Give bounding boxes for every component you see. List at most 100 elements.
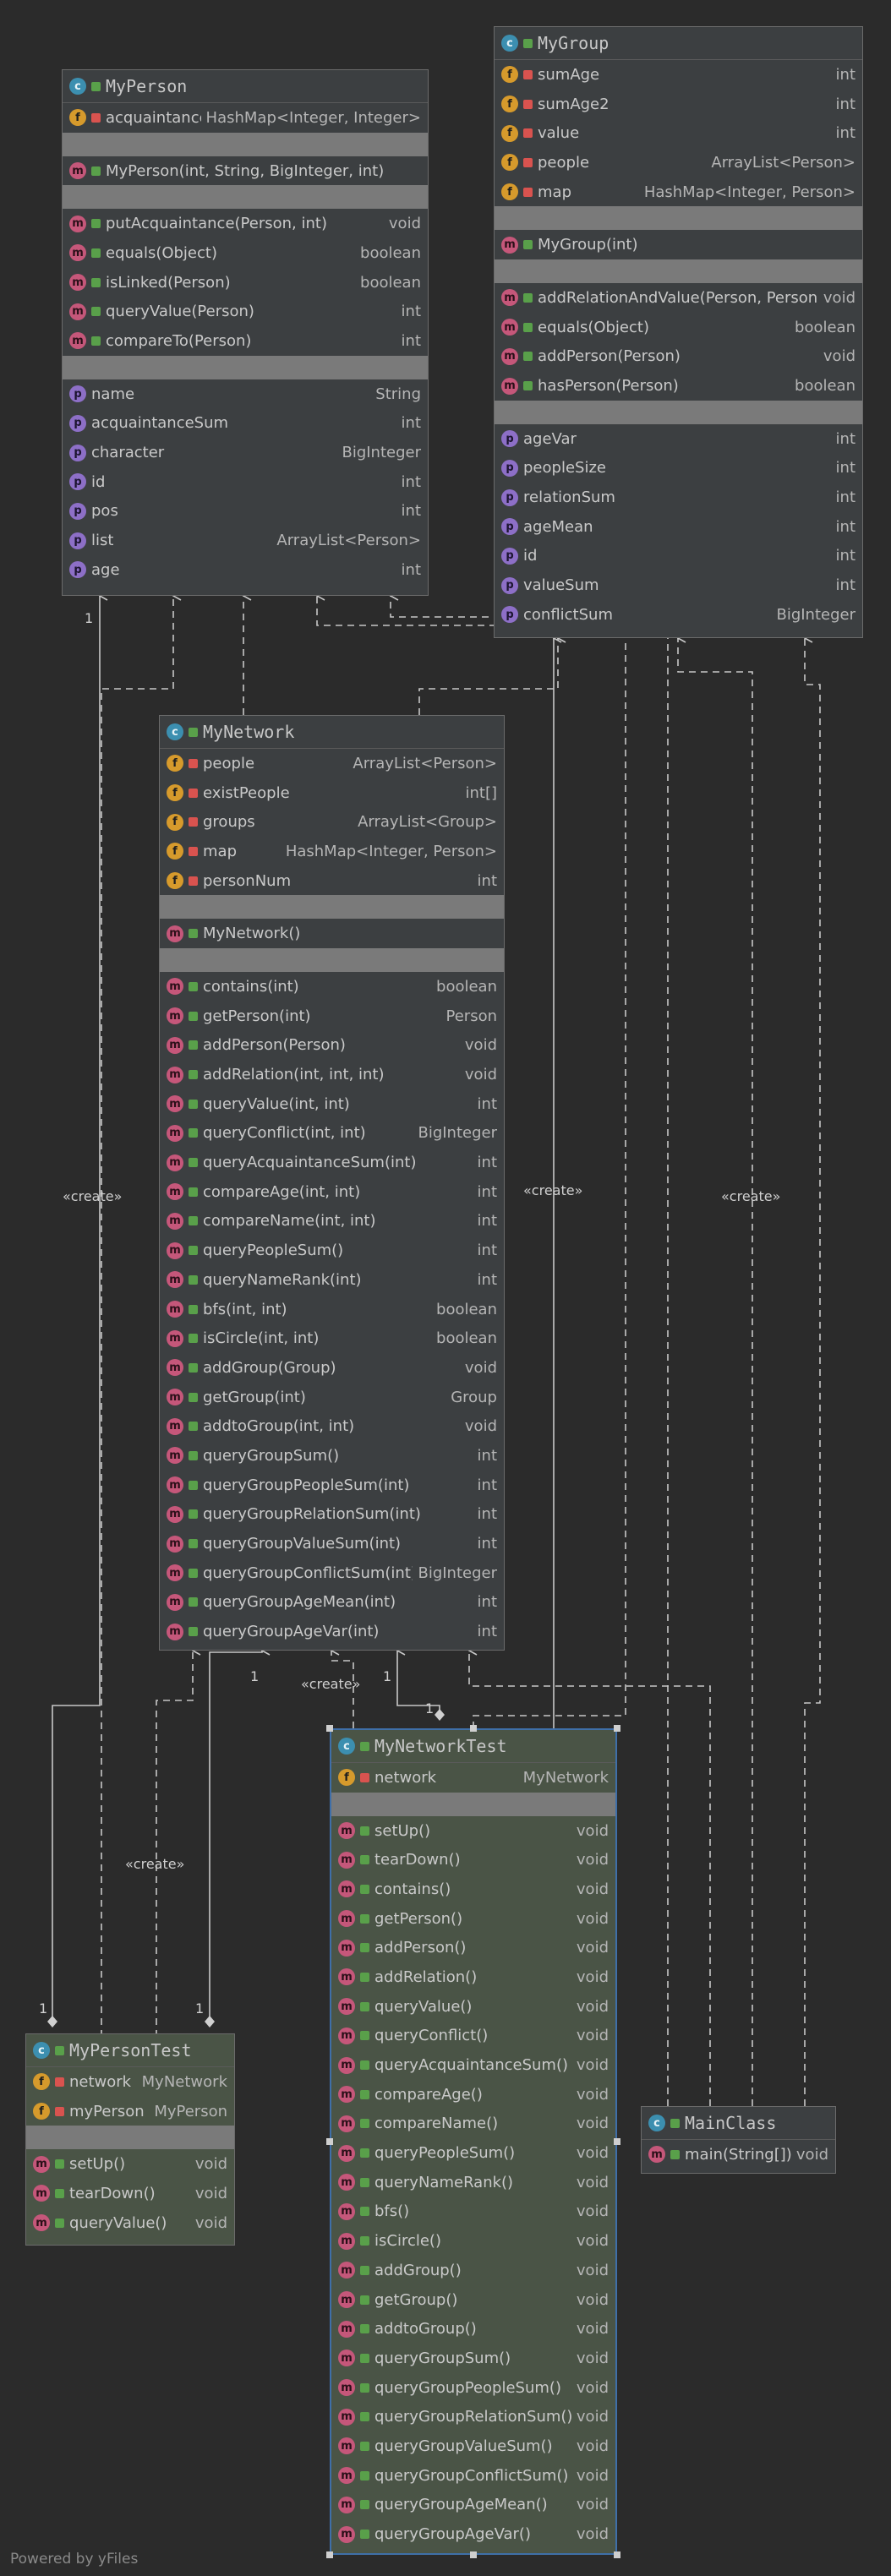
- method-row[interactable]: m queryGroupPeopleSum() void: [331, 2373, 615, 2403]
- class-header[interactable]: c MyPersonTest: [26, 2034, 234, 2067]
- method-row[interactable]: m addPerson() void: [331, 1933, 615, 1962]
- method-row[interactable]: m compareAge(int, int) int: [160, 1177, 504, 1207]
- field-row[interactable]: f sumAge2 int: [495, 90, 862, 119]
- method-row[interactable]: m queryPeopleSum() int: [160, 1236, 504, 1265]
- method-row[interactable]: m compareTo(Person) int: [63, 326, 428, 356]
- class-my-group[interactable]: c MyGroup f sumAge int f sumAge2 int f value int…: [494, 26, 863, 638]
- method-row[interactable]: m queryGroupConflictSum(int) BigInteger: [160, 1558, 504, 1588]
- field-row[interactable]: f myPerson MyPerson: [26, 2097, 234, 2126]
- method-row[interactable]: m queryGroupValueSum() void: [331, 2431, 615, 2461]
- class-my-network-test[interactable]: c MyNetworkTest f network MyNetwork m setUp…: [330, 1728, 617, 2555]
- method-row[interactable]: m main(String[]) void: [642, 2140, 835, 2169]
- method-row[interactable]: m queryGroupValueSum(int) int: [160, 1529, 504, 1558]
- method-row[interactable]: m addPerson(Person) void: [160, 1031, 504, 1061]
- method-row[interactable]: m queryConflict(int, int) BigInteger: [160, 1119, 504, 1149]
- selection-handle[interactable]: [614, 2138, 620, 2145]
- class-header[interactable]: c MyPerson: [63, 70, 428, 103]
- method-row[interactable]: m getGroup() void: [331, 2285, 615, 2315]
- field-row[interactable]: f existPeople int[]: [160, 778, 504, 808]
- method-row[interactable]: m queryGroupAgeMean(int) int: [160, 1588, 504, 1618]
- selection-handle[interactable]: [326, 2551, 333, 2558]
- class-header[interactable]: c MyNetwork: [160, 716, 504, 749]
- field-row[interactable]: f people ArrayList<Person>: [160, 749, 504, 778]
- selection-handle[interactable]: [614, 2551, 620, 2558]
- method-row[interactable]: m queryGroupRelationSum(int) int: [160, 1500, 504, 1530]
- method-row[interactable]: m addGroup(Group) void: [160, 1353, 504, 1383]
- method-row[interactable]: m queryGroupAgeVar() void: [331, 2519, 615, 2549]
- method-row[interactable]: m tearDown() void: [26, 2179, 234, 2208]
- method-row[interactable]: m queryGroupSum() void: [331, 2344, 615, 2373]
- method-row[interactable]: m queryNameRank(int) int: [160, 1265, 504, 1295]
- method-row[interactable]: m queryAcquaintanceSum(int) int: [160, 1148, 504, 1177]
- method-row[interactable]: m queryConflict() void: [331, 2022, 615, 2051]
- method-row[interactable]: m equals(Object) boolean: [495, 313, 862, 342]
- method-row[interactable]: m addRelationAndValue(Person, Person) void: [495, 283, 862, 313]
- method-row[interactable]: m MyGroup(int): [495, 230, 862, 259]
- property-row[interactable]: p id int: [495, 542, 862, 571]
- method-row[interactable]: m isCircle(int, int) boolean: [160, 1323, 504, 1353]
- method-row[interactable]: m equals(Object) boolean: [63, 238, 428, 268]
- property-row[interactable]: p ageMean int: [495, 512, 862, 542]
- method-row[interactable]: m addRelation(int, int, int) void: [160, 1060, 504, 1089]
- field-row[interactable]: f people ArrayList<Person>: [495, 148, 862, 177]
- method-row[interactable]: m getGroup(int) Group: [160, 1383, 504, 1412]
- method-row[interactable]: m addtoGroup(int, int) void: [160, 1411, 504, 1441]
- method-row[interactable]: m queryValue() void: [26, 2208, 234, 2238]
- method-row[interactable]: m queryAcquaintanceSum() void: [331, 2050, 615, 2080]
- property-row[interactable]: p conflictSum BigInteger: [495, 600, 862, 630]
- class-header[interactable]: c MainClass: [642, 2107, 835, 2140]
- method-row[interactable]: m compareName() void: [331, 2109, 615, 2139]
- method-row[interactable]: m queryGroupConflictSum() void: [331, 2461, 615, 2491]
- property-row[interactable]: p acquaintanceSum int: [63, 409, 428, 439]
- method-row[interactable]: m MyPerson(int, String, BigInteger, int): [63, 156, 428, 186]
- method-row[interactable]: m tearDown() void: [331, 1845, 615, 1875]
- method-row[interactable]: m queryGroupSum() int: [160, 1441, 504, 1471]
- method-row[interactable]: m setUp() void: [26, 2149, 234, 2179]
- method-row[interactable]: m queryValue(Person) int: [63, 297, 428, 326]
- method-row[interactable]: m queryGroupAgeVar(int) int: [160, 1617, 504, 1646]
- method-row[interactable]: m hasPerson(Person) boolean: [495, 371, 862, 401]
- method-row[interactable]: m isLinked(Person) boolean: [63, 268, 428, 297]
- property-row[interactable]: p age int: [63, 555, 428, 585]
- method-row[interactable]: m isCircle() void: [331, 2226, 615, 2256]
- method-row[interactable]: m addGroup() void: [331, 2256, 615, 2285]
- field-row[interactable]: f network MyNetwork: [26, 2067, 234, 2097]
- method-row[interactable]: m queryGroupRelationSum() void: [331, 2402, 615, 2431]
- method-row[interactable]: m putAcquaintance(Person, int) void: [63, 209, 428, 238]
- method-row[interactable]: m queryGroupPeopleSum(int) int: [160, 1471, 504, 1500]
- property-row[interactable]: p valueSum int: [495, 570, 862, 600]
- field-row[interactable]: f value int: [495, 118, 862, 148]
- field-row[interactable]: f groups ArrayList<Group>: [160, 807, 504, 837]
- method-row[interactable]: m contains() void: [331, 1875, 615, 1904]
- method-row[interactable]: m addPerson(Person) void: [495, 342, 862, 372]
- method-row[interactable]: m bfs() void: [331, 2197, 615, 2227]
- field-row[interactable]: f map HashMap<Integer, Person>: [160, 837, 504, 866]
- selection-handle[interactable]: [614, 1725, 620, 1732]
- property-row[interactable]: p relationSum int: [495, 483, 862, 512]
- method-row[interactable]: m queryPeopleSum() void: [331, 2138, 615, 2168]
- selection-handle[interactable]: [326, 1725, 333, 1732]
- method-row[interactable]: m MyNetwork(): [160, 919, 504, 948]
- class-header[interactable]: c MyNetworkTest: [331, 1730, 615, 1763]
- method-row[interactable]: m bfs(int, int) boolean: [160, 1295, 504, 1324]
- property-row[interactable]: p id int: [63, 467, 428, 497]
- selection-handle[interactable]: [326, 2138, 333, 2145]
- field-row[interactable]: f acquaintance HashMap<Integer, Integer>: [63, 103, 428, 133]
- method-row[interactable]: m getPerson() void: [331, 1904, 615, 1934]
- field-row[interactable]: f network MyNetwork: [331, 1763, 615, 1793]
- class-main-class[interactable]: c MainClass m main(String[]) void: [641, 2106, 836, 2174]
- class-header[interactable]: c MyGroup: [495, 27, 862, 60]
- field-row[interactable]: f sumAge int: [495, 60, 862, 90]
- method-row[interactable]: m queryValue() void: [331, 1992, 615, 2022]
- method-row[interactable]: m queryNameRank() void: [331, 2168, 615, 2197]
- method-row[interactable]: m setUp() void: [331, 1816, 615, 1846]
- class-my-person-test[interactable]: c MyPersonTest f network MyNetwork f myPerso…: [25, 2033, 235, 2246]
- class-my-network[interactable]: c MyNetwork f people ArrayList<Person> f exi…: [159, 715, 505, 1651]
- method-row[interactable]: m contains(int) boolean: [160, 972, 504, 1001]
- selection-handle[interactable]: [470, 2551, 477, 2558]
- method-row[interactable]: m compareAge() void: [331, 2080, 615, 2109]
- field-row[interactable]: f personNum int: [160, 866, 504, 896]
- property-row[interactable]: p ageVar int: [495, 424, 862, 454]
- property-row[interactable]: p pos int: [63, 497, 428, 527]
- class-my-person[interactable]: c MyPerson f acquaintance HashMap<Integer,…: [62, 69, 429, 596]
